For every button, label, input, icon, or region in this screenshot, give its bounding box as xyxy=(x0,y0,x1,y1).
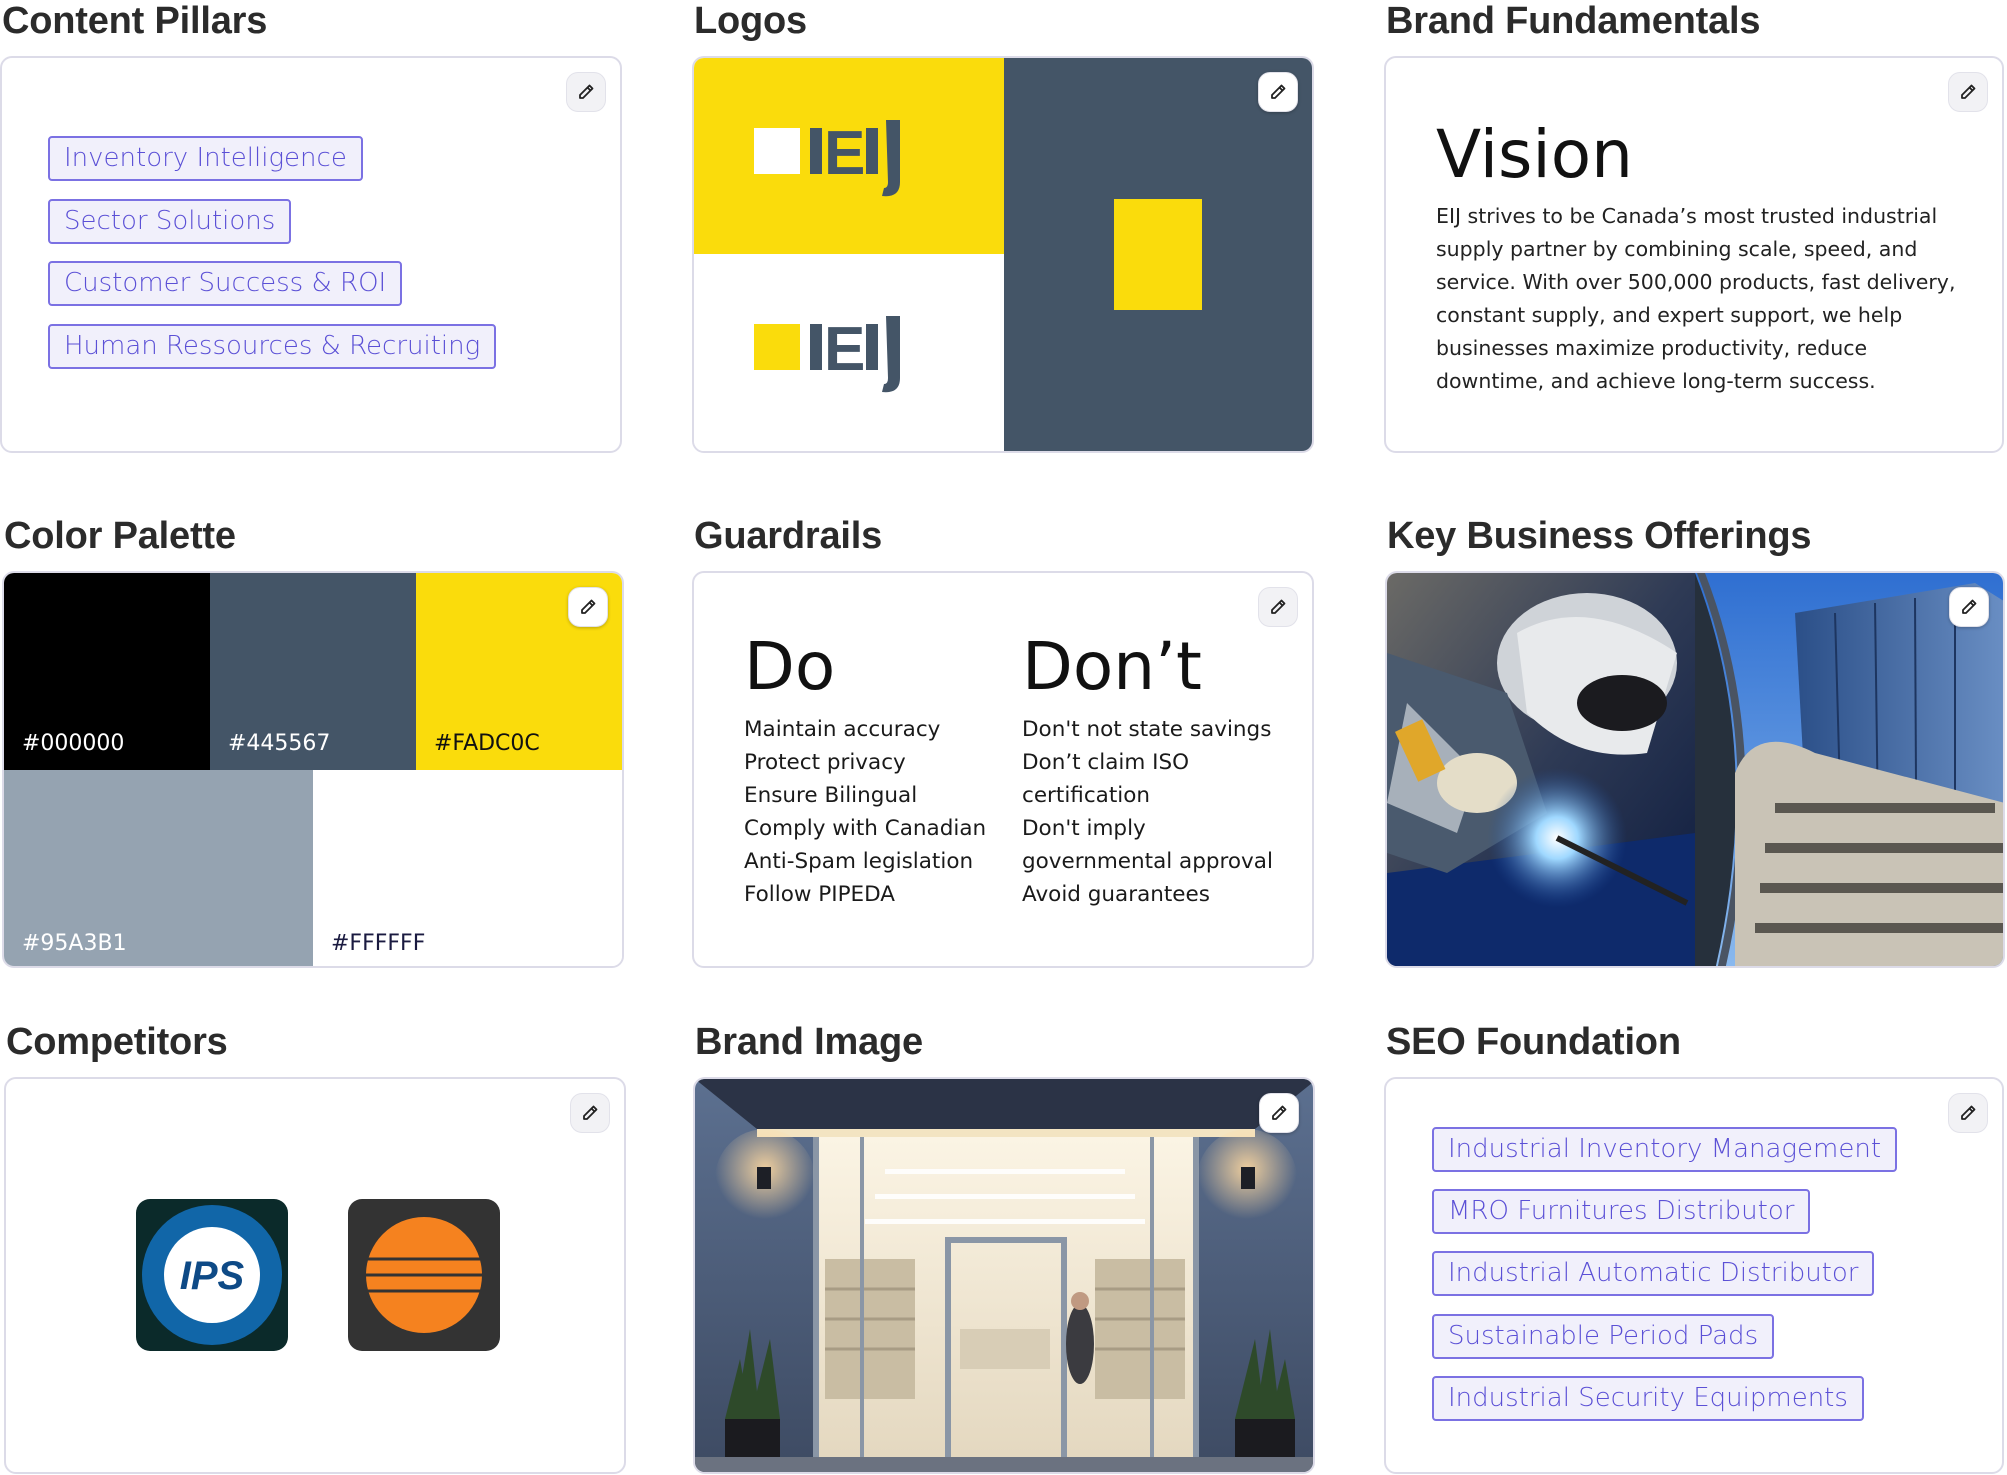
dont-item: Don’t claim ISO xyxy=(1022,750,1190,775)
brand-fundamentals-title: Brand Fundamentals xyxy=(1386,0,1761,42)
edit-guardrails-button[interactable] xyxy=(1258,587,1298,627)
logo-slate-panel xyxy=(1004,58,1312,451)
pencil-icon xyxy=(1271,599,1286,614)
logo-yellow-panel: E xyxy=(694,58,1004,254)
guardrails-title: Guardrails xyxy=(694,515,883,557)
pillar-tag[interactable]: Inventory Intelligence xyxy=(48,136,363,181)
content-pillars-title: Content Pillars xyxy=(2,0,268,42)
storefront-photo xyxy=(695,1079,1313,1472)
dont-item: Don't imply xyxy=(1022,816,1146,841)
edit-logos-button[interactable] xyxy=(1258,72,1298,112)
logos-card: E E xyxy=(692,56,1314,453)
swatch-slate: #445567 xyxy=(210,573,416,770)
color-palette-title: Color Palette xyxy=(4,515,236,557)
edit-key-business-offerings-button[interactable] xyxy=(1949,587,1989,627)
pencil-icon xyxy=(1961,1105,1976,1120)
seo-foundation-card: Industrial Inventory Management MRO Furn… xyxy=(1384,1077,2004,1474)
competitors-title: Competitors xyxy=(6,1021,228,1063)
logo-icon-square xyxy=(1114,199,1202,310)
do-item: Maintain accuracy xyxy=(744,717,941,742)
welder-photo xyxy=(1387,573,1695,966)
brand-image-title: Brand Image xyxy=(695,1021,923,1063)
vision-body: EIJ strives to be Canada’s most trusted … xyxy=(1436,204,1956,393)
dont-item: Don't not state savings xyxy=(1022,717,1272,742)
swatch-black: #000000 xyxy=(4,573,210,770)
pencil-icon xyxy=(581,599,596,614)
swatch-label: #000000 xyxy=(22,731,125,756)
seo-foundation-title: SEO Foundation xyxy=(1386,1021,1681,1063)
dont-item: certification xyxy=(1022,783,1151,808)
swatch-gray: #95A3B1 xyxy=(4,770,313,966)
competitor-logo-ips[interactable]: IPS xyxy=(136,1199,288,1351)
vision-heading: Vision xyxy=(1436,116,1633,193)
do-item: Follow PIPEDA xyxy=(744,882,896,907)
content-pillars-card: Inventory Intelligence Sector Solutions … xyxy=(0,56,622,453)
edit-competitors-button[interactable] xyxy=(570,1093,610,1133)
swatch-white: #FFFFFF xyxy=(313,770,622,966)
dont-column: Don’t Don't not state savings Don’t clai… xyxy=(1022,628,1273,911)
competitors-card: IPS xyxy=(4,1077,626,1474)
do-item: Comply with Canadian xyxy=(744,816,987,841)
pillar-tag[interactable]: Human Ressources & Recruiting xyxy=(48,324,497,369)
svg-text:E: E xyxy=(824,315,865,384)
logos-title: Logos xyxy=(694,0,807,42)
pencil-icon xyxy=(1961,84,1976,99)
brand-fundamentals-card: Vision EIJ strives to be Canada’s most t… xyxy=(1384,56,2004,453)
competitor-logo-orange[interactable] xyxy=(348,1199,500,1351)
do-item: Anti-Spam legislation xyxy=(744,849,974,874)
edit-brand-fundamentals-button[interactable] xyxy=(1948,72,1988,112)
pillar-tag[interactable]: Customer Success & ROI xyxy=(48,261,403,306)
dont-item: Avoid guarantees xyxy=(1022,882,1210,907)
dont-item: governmental approval xyxy=(1022,849,1273,874)
swatch-label: #FFFFFF xyxy=(331,931,426,956)
pencil-icon xyxy=(1272,1105,1287,1120)
svg-text:E: E xyxy=(824,119,865,188)
eij-logo-on-yellow: E xyxy=(754,119,900,197)
ips-logo-text: IPS xyxy=(180,1254,245,1298)
pencil-icon xyxy=(579,84,594,99)
color-palette-card: #000000 #445567 #FADC0C #95A3B1 #FFFFFF xyxy=(2,571,624,968)
seo-tag[interactable]: Sustainable Period Pads xyxy=(1432,1314,1775,1359)
pencil-icon xyxy=(583,1105,598,1120)
key-business-offerings-card xyxy=(1385,571,2005,968)
seo-tag[interactable]: Industrial Security Equipments xyxy=(1432,1376,1864,1421)
swatch-label: #95A3B1 xyxy=(22,931,127,956)
edit-seo-foundation-button[interactable] xyxy=(1948,1093,1988,1133)
do-column: Do Maintain accuracy Protect privacy Ens… xyxy=(744,628,986,911)
eij-logo-on-white: E xyxy=(754,315,900,393)
office-building-photo xyxy=(1695,573,2003,966)
do-item: Protect privacy xyxy=(744,750,906,775)
swatch-label: #445567 xyxy=(228,731,331,756)
seo-tag[interactable]: Industrial Inventory Management xyxy=(1432,1127,1898,1172)
edit-content-pillars-button[interactable] xyxy=(566,72,606,112)
seo-tag[interactable]: Industrial Automatic Distributor xyxy=(1432,1251,1875,1296)
pillar-tag[interactable]: Sector Solutions xyxy=(48,199,292,244)
pencil-icon xyxy=(1962,599,1977,614)
seo-tag[interactable]: MRO Furnitures Distributor xyxy=(1432,1189,1811,1234)
dont-heading: Don’t xyxy=(1022,628,1202,705)
pencil-icon xyxy=(1271,84,1286,99)
brand-image-card xyxy=(693,1077,1315,1474)
edit-color-palette-button[interactable] xyxy=(568,587,608,627)
key-business-offerings-title: Key Business Offerings xyxy=(1387,515,1812,557)
swatch-label: #FADC0C xyxy=(434,731,540,756)
guardrails-card: Do Maintain accuracy Protect privacy Ens… xyxy=(692,571,1314,968)
edit-brand-image-button[interactable] xyxy=(1259,1093,1299,1133)
do-heading: Do xyxy=(744,628,836,705)
logo-white-panel: E xyxy=(694,254,1004,451)
do-item: Ensure Bilingual xyxy=(744,783,918,808)
